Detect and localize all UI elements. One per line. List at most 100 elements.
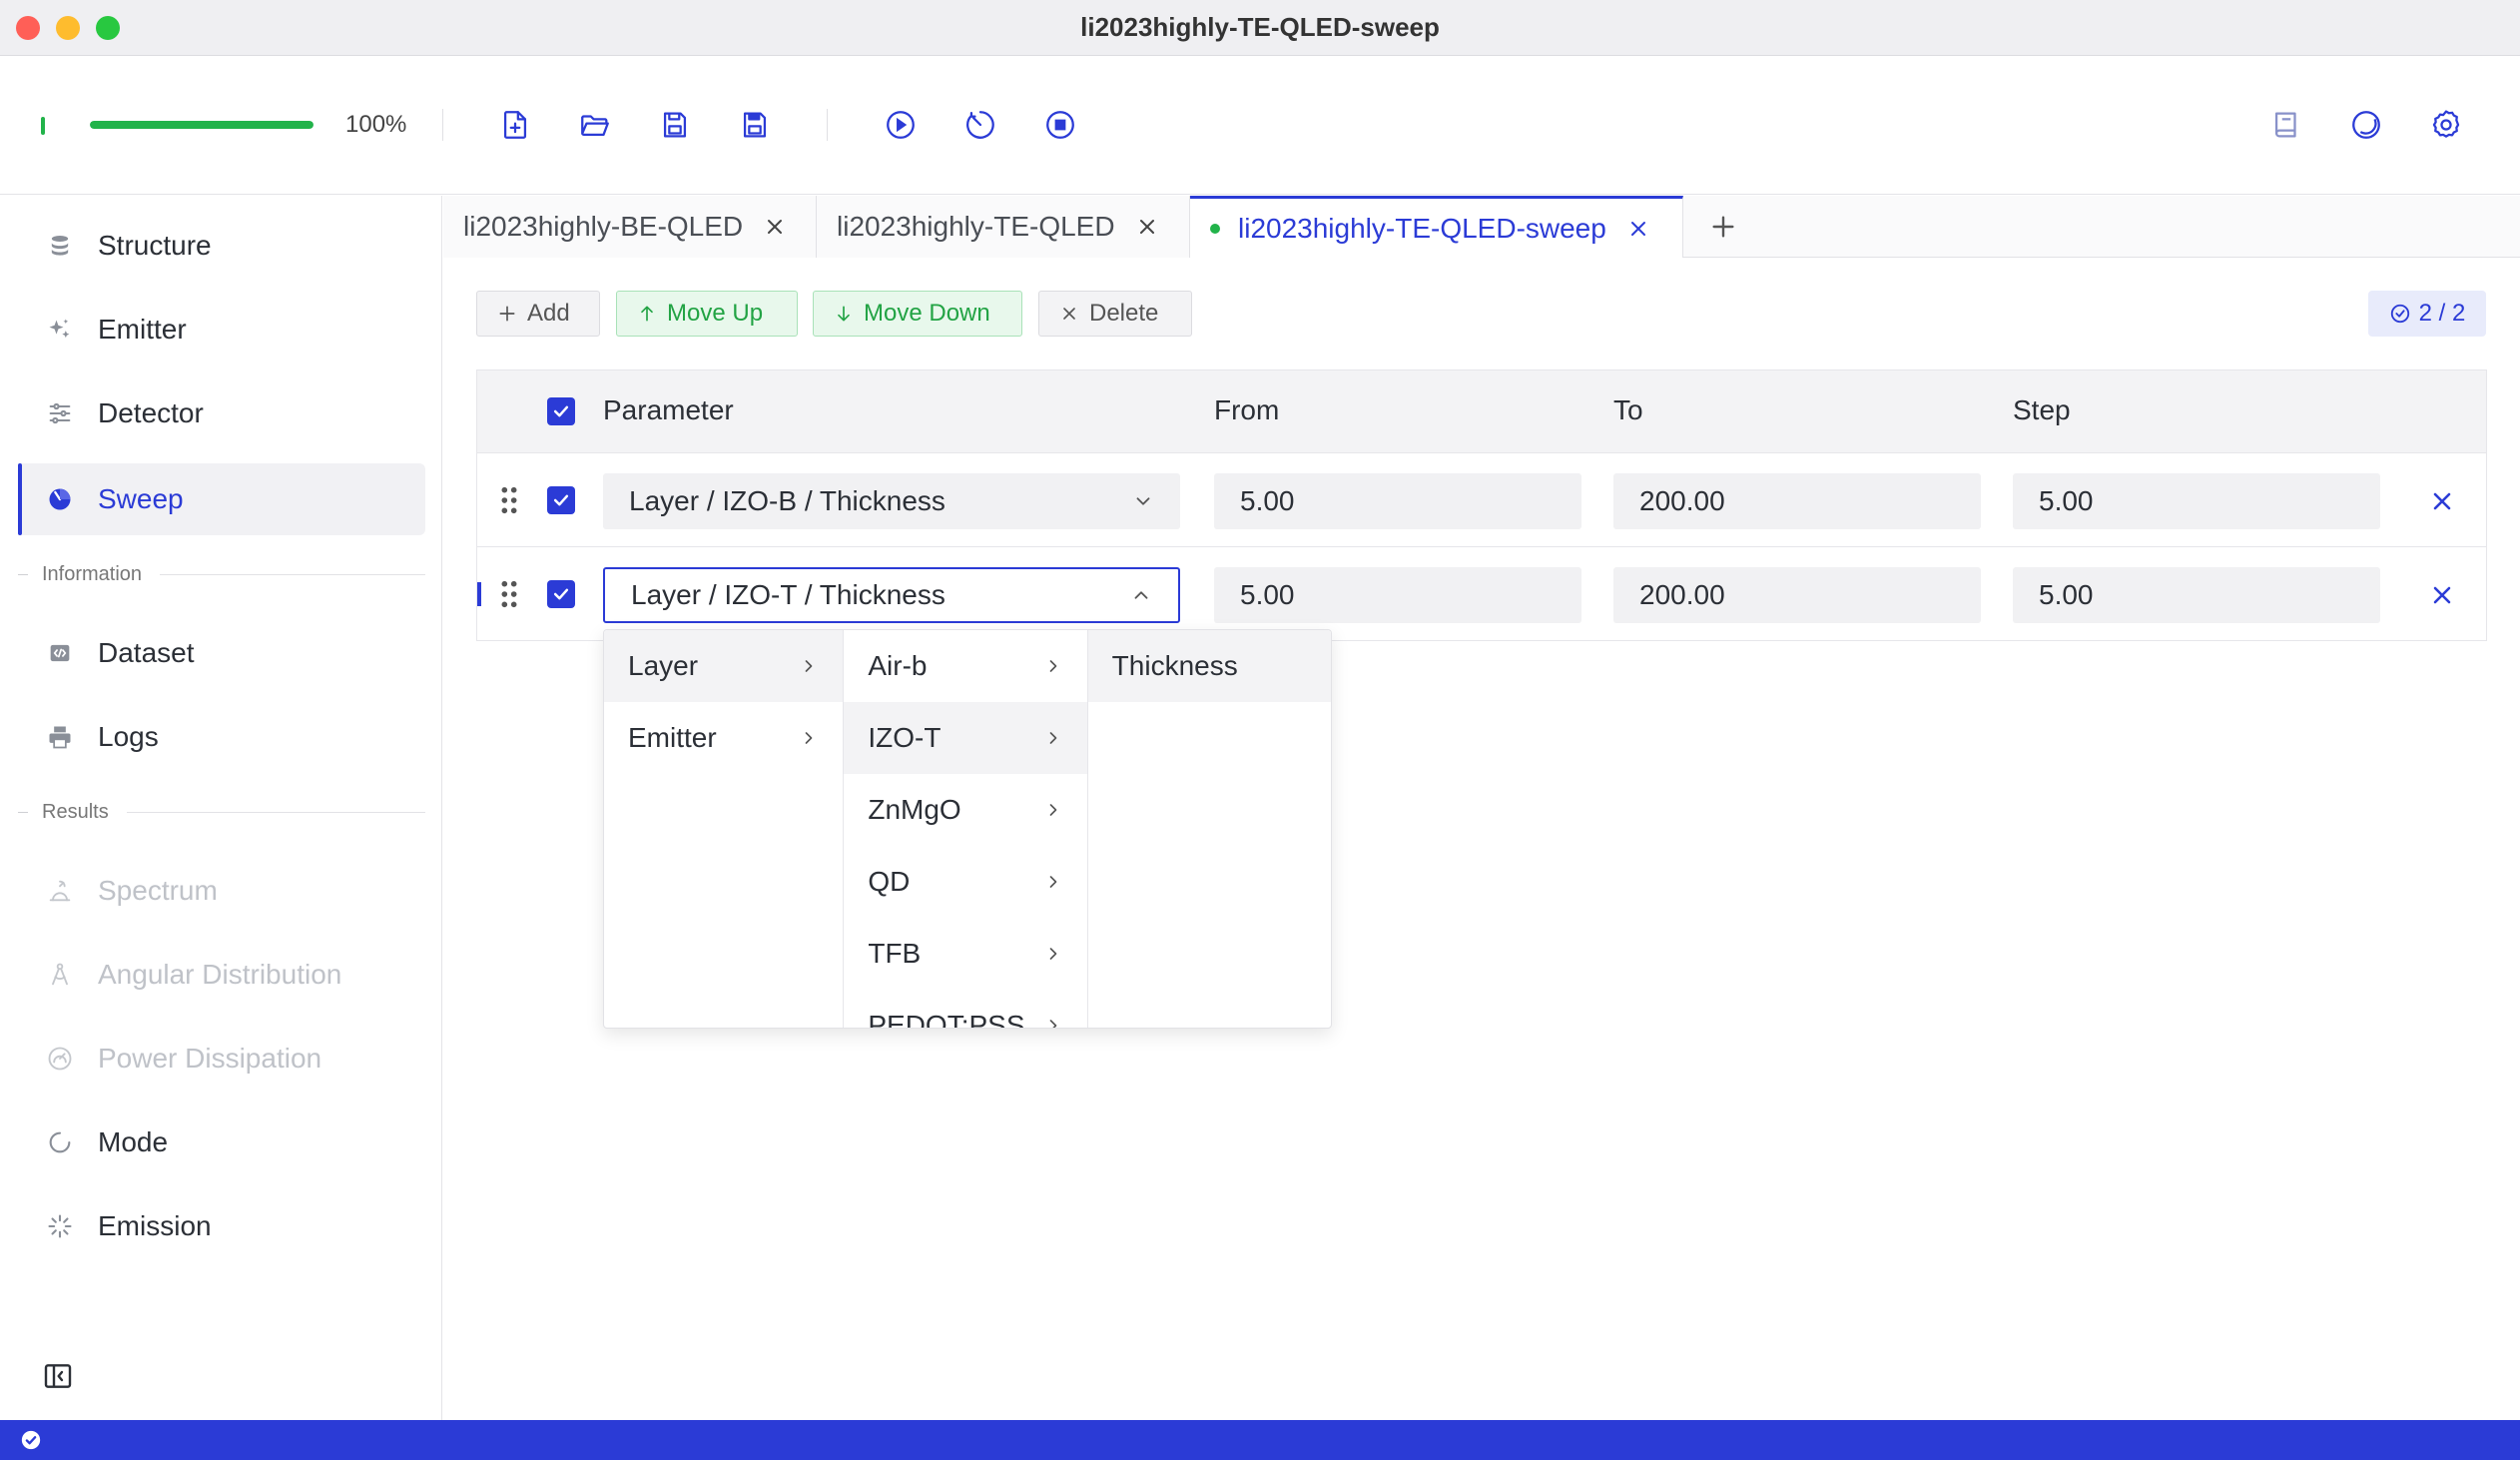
chevron-right-icon [806, 660, 813, 672]
add-button[interactable]: Add [476, 291, 600, 337]
chevron-up-icon [1134, 591, 1148, 599]
sidebar-item-emitter[interactable]: Emitter [18, 294, 425, 365]
remove-row-icon[interactable] [2428, 581, 2456, 609]
toolbar-divider [442, 109, 443, 141]
progress-bar [90, 121, 314, 129]
progress-label: 100% [345, 111, 407, 138]
close-icon[interactable] [1626, 217, 1650, 241]
run-icon[interactable] [881, 105, 921, 145]
section-information: Information [18, 559, 425, 589]
remove-row-icon[interactable] [2428, 487, 2456, 515]
cascade-column-property: Thickness [1087, 630, 1331, 1028]
arrow-down-icon [838, 306, 850, 322]
new-file-icon[interactable] [495, 105, 535, 145]
printer-icon [44, 721, 76, 753]
sidebar-item-dataset[interactable]: Dataset [18, 617, 425, 689]
sidebar-item-detector[interactable]: Detector [18, 377, 425, 449]
sidebar-item-label: Structure [98, 230, 212, 261]
close-icon[interactable] [763, 215, 787, 239]
header-to: To [1613, 394, 1643, 425]
open-folder-icon[interactable] [575, 105, 615, 145]
cascade-option-tfb[interactable]: TFB [844, 918, 1086, 990]
chevron-right-icon [1049, 660, 1057, 672]
cascade-option-thickness[interactable]: Thickness [1087, 630, 1331, 702]
sidebar-item-sweep[interactable]: Sweep [18, 463, 425, 535]
cascade-option-emitter[interactable]: Emitter [604, 702, 843, 774]
sidebar-item-label: Emission [98, 1210, 212, 1241]
book-icon[interactable] [2266, 105, 2306, 145]
tab-te-qled-sweep[interactable]: li2023highly-TE-QLED-sweep [1190, 196, 1683, 258]
add-tab-icon[interactable] [1707, 211, 1739, 243]
sidebar-collapse-icon[interactable] [42, 1360, 74, 1392]
delete-button[interactable]: Delete [1038, 291, 1192, 337]
to-input[interactable]: 200.00 [1613, 567, 1981, 623]
select-all-checkbox[interactable] [547, 397, 575, 425]
parameter-cascade-menu: Layer Emitter Air-b IZO-T ZnMgO QD TFB P… [603, 629, 1332, 1029]
toolbar: 100% [0, 57, 2520, 195]
cascade-option-qd[interactable]: QD [844, 846, 1086, 918]
selection-count-badge: 2 / 2 [2368, 291, 2486, 337]
sidebar-item-label: Mode [98, 1126, 169, 1157]
sidebar-item-label: Angular Distribution [98, 959, 342, 990]
progress-indicator [41, 117, 45, 135]
toolbar-divider [827, 109, 828, 141]
sidebar-item-label: Power Dissipation [98, 1043, 322, 1074]
cascade-option-znmgo[interactable]: ZnMgO [844, 774, 1086, 846]
tab-bar: li2023highly-BE-QLED li2023highly-TE-QLE… [443, 196, 2520, 258]
gear-icon[interactable] [2426, 105, 2466, 145]
move-down-button[interactable]: Move Down [813, 291, 1022, 337]
section-results: Results [18, 797, 425, 827]
close-icon [1063, 308, 1075, 320]
sweep-icon [44, 483, 76, 515]
sidebar-item-mode[interactable]: Mode [18, 1106, 425, 1178]
cascade-column-category: Layer Emitter [604, 630, 845, 1028]
sidebar-item-structure[interactable]: Structure [18, 210, 425, 282]
parameter-select[interactable]: Layer / IZO-B / Thickness [603, 473, 1180, 529]
code-file-icon [44, 637, 76, 669]
arrow-up-icon [641, 306, 653, 322]
gauge-icon [44, 1043, 76, 1075]
sidebar-item-angular-distribution[interactable]: Angular Distribution [18, 939, 425, 1011]
chevron-right-icon [1049, 1020, 1057, 1028]
move-up-button[interactable]: Move Up [616, 291, 798, 337]
status-ok-icon[interactable] [20, 1429, 42, 1451]
save-icon[interactable] [655, 105, 695, 145]
cascade-option-pedot-pss[interactable]: PEDOT:PSS [844, 990, 1086, 1028]
sidebar-item-power-dissipation[interactable]: Power Dissipation [18, 1023, 425, 1095]
row-checkbox[interactable] [547, 486, 575, 514]
close-icon[interactable] [1135, 215, 1159, 239]
cascade-option-air-b[interactable]: Air-b [844, 630, 1086, 702]
sidebar-item-label: Sweep [98, 483, 184, 514]
check-icon [553, 405, 569, 417]
theme-icon[interactable] [2346, 105, 2386, 145]
stop-icon[interactable] [1040, 105, 1080, 145]
parameter-select[interactable]: Layer / IZO-T / Thickness [603, 567, 1180, 623]
sidebar-item-label: Emitter [98, 314, 187, 345]
from-input[interactable]: 5.00 [1214, 567, 1581, 623]
timer-icon[interactable] [960, 105, 1000, 145]
cascade-option-izo-t[interactable]: IZO-T [844, 702, 1087, 774]
save-as-icon[interactable] [735, 105, 775, 145]
check-circle-icon [2390, 304, 2409, 324]
tab-label: li2023highly-TE-QLED-sweep [1238, 212, 1606, 244]
drag-handle-icon[interactable] [499, 485, 519, 515]
check-icon [553, 494, 569, 506]
chevron-right-icon [806, 732, 813, 744]
tab-te-qled[interactable]: li2023highly-TE-QLED [817, 196, 1190, 258]
cascade-option-layer[interactable]: Layer [604, 630, 844, 702]
step-input[interactable]: 5.00 [2013, 567, 2380, 623]
to-input[interactable]: 200.00 [1613, 473, 1981, 529]
sidebar-item-spectrum[interactable]: Spectrum [18, 855, 425, 927]
sidebar-item-logs[interactable]: Logs [18, 701, 425, 773]
sidebar-item-label: Spectrum [98, 875, 218, 906]
plus-icon [499, 306, 515, 322]
chevron-right-icon [1049, 732, 1057, 744]
table-header: Parameter From To Step [477, 370, 2486, 452]
tab-be-qled[interactable]: li2023highly-BE-QLED [443, 196, 817, 258]
sidebar-item-emission[interactable]: Emission [18, 1190, 425, 1262]
row-checkbox[interactable] [547, 580, 575, 608]
table-row: Layer / IZO-B / Thickness 5.00 200.00 5.… [477, 452, 2486, 546]
drag-handle-icon[interactable] [499, 579, 519, 609]
from-input[interactable]: 5.00 [1214, 473, 1581, 529]
step-input[interactable]: 5.00 [2013, 473, 2380, 529]
